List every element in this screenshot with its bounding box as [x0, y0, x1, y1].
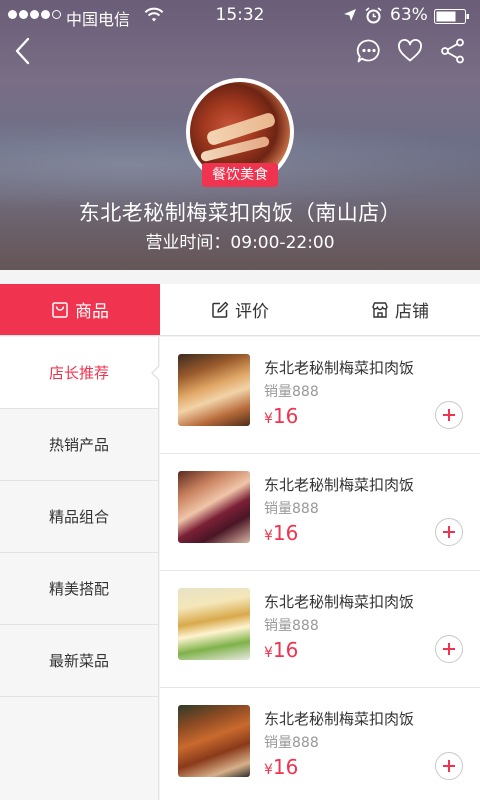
alarm-icon — [365, 7, 382, 24]
product-name: 东北老秘制梅菜扣肉饭 — [264, 359, 415, 377]
product-price: ¥16 — [264, 404, 298, 428]
chat-bubble-icon[interactable] — [356, 38, 382, 64]
product-name: 东北老秘制梅菜扣肉饭 — [264, 710, 415, 728]
product-price: ¥16 — [264, 755, 298, 779]
product-item[interactable]: 东北老秘制梅菜扣肉饭 销量888 ¥16 — [160, 454, 480, 571]
product-name: 东北老秘制梅菜扣肉饭 — [264, 593, 415, 611]
product-item[interactable]: 东北老秘制梅菜扣肉饭 销量888 ¥16 — [160, 688, 480, 800]
sidebar-item-new-dishes[interactable]: 最新菜品 — [0, 625, 158, 697]
back-arrow-icon[interactable] — [12, 36, 34, 66]
price-value: 16 — [272, 521, 299, 545]
status-bar: 中国电信 15:32 63% — [0, 0, 480, 32]
bag-icon — [52, 301, 68, 318]
product-sales: 销量888 — [264, 618, 319, 634]
sidebar-item-pairings[interactable]: 精美搭配 — [0, 553, 158, 625]
category-badge: 餐饮美食 — [202, 163, 278, 187]
product-image — [178, 471, 250, 543]
battery-percentage: 63% — [390, 5, 428, 25]
tab-reviews[interactable]: 评价 — [160, 284, 320, 335]
add-to-cart-button[interactable] — [435, 635, 463, 663]
tab-store-label: 店铺 — [395, 302, 429, 322]
product-sales: 销量888 — [264, 501, 319, 517]
add-to-cart-button[interactable] — [435, 752, 463, 780]
battery-icon — [434, 9, 469, 24]
tab-store[interactable]: 店铺 — [320, 284, 480, 335]
store-name: 东北老秘制梅菜扣肉饭（南山店） — [78, 201, 402, 225]
share-icon[interactable] — [440, 38, 466, 64]
category-sidebar: 店长推荐 热销产品 精品组合 精美搭配 最新菜品 — [0, 337, 160, 800]
add-to-cart-button[interactable] — [435, 518, 463, 546]
sidebar-item-best-sellers[interactable]: 热销产品 — [0, 409, 158, 481]
price-value: 16 — [272, 755, 299, 779]
tab-bar: 商品 评价 店铺 — [0, 284, 480, 336]
product-item[interactable]: 东北老秘制梅菜扣肉饭 销量888 ¥16 — [160, 337, 480, 454]
edit-icon — [212, 301, 229, 318]
product-list: 东北老秘制梅菜扣肉饭 销量888 ¥16 东北老秘制梅菜扣肉饭 销量888 ¥1… — [160, 337, 480, 800]
currency-symbol: ¥ — [264, 411, 273, 427]
product-image — [178, 588, 250, 660]
product-sales: 销量888 — [264, 384, 319, 400]
product-price: ¥16 — [264, 638, 298, 662]
location-arrow-icon — [344, 9, 356, 21]
tab-products[interactable]: 商品 — [0, 284, 160, 335]
currency-symbol: ¥ — [264, 528, 273, 544]
sidebar-item-combos[interactable]: 精品组合 — [0, 481, 158, 553]
store-icon — [372, 301, 388, 318]
business-hours: 营业时间：09:00-22:00 — [145, 233, 335, 253]
tab-products-label: 商品 — [75, 302, 109, 322]
product-image — [178, 705, 250, 777]
product-sales: 销量888 — [264, 735, 319, 751]
currency-symbol: ¥ — [264, 762, 273, 778]
add-to-cart-button[interactable] — [435, 401, 463, 429]
sidebar-item-manager-picks[interactable]: 店长推荐 — [0, 337, 160, 409]
product-item[interactable]: 东北老秘制梅菜扣肉饭 销量888 ¥16 — [160, 571, 480, 688]
product-image — [178, 354, 250, 426]
product-name: 东北老秘制梅菜扣肉饭 — [264, 476, 415, 494]
price-value: 16 — [272, 638, 299, 662]
tab-reviews-label: 评价 — [235, 302, 269, 322]
currency-symbol: ¥ — [264, 645, 273, 661]
price-value: 16 — [272, 404, 299, 428]
heart-favorite-icon[interactable] — [397, 39, 423, 63]
product-price: ¥16 — [264, 521, 298, 545]
